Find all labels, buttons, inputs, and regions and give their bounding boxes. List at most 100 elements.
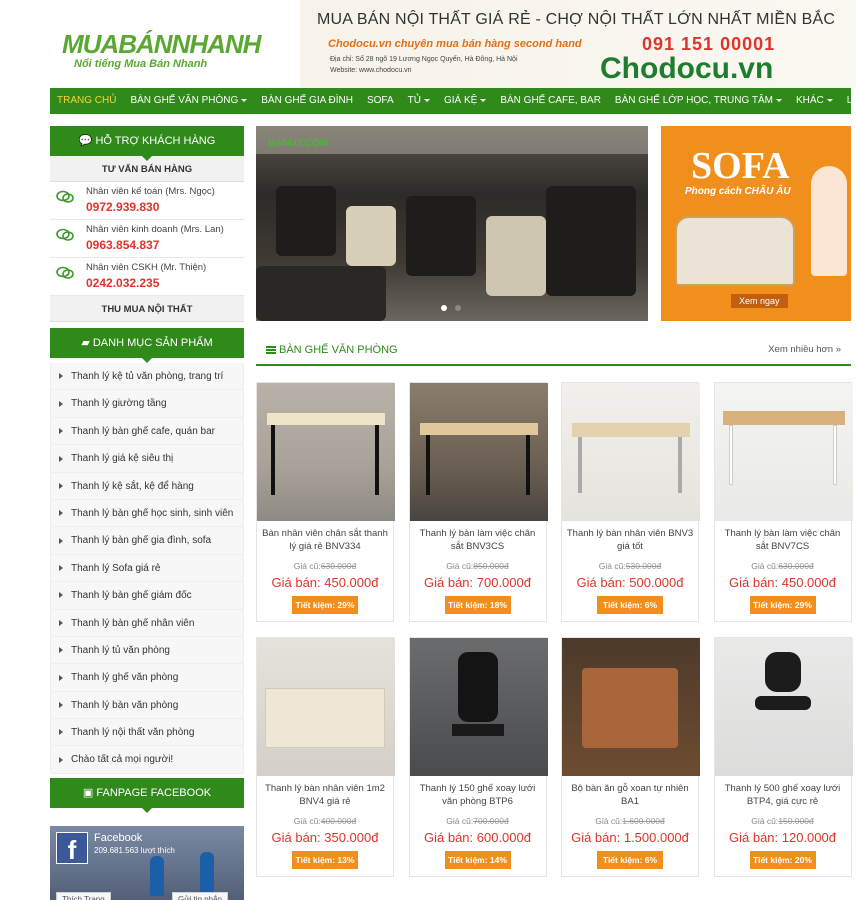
product-card[interactable]: Thanh lý 150 ghế xoay lưới văn phòng BTP…: [408, 637, 548, 877]
category-item[interactable]: Thanh lý Sofa giá rẻ: [51, 554, 243, 583]
staff-phone[interactable]: 0242.032.235: [86, 276, 206, 290]
skype-chat-icon[interactable]: [56, 266, 76, 291]
product-image[interactable]: [714, 638, 853, 776]
category-item[interactable]: Thanh lý bàn ghế nhân viên: [51, 609, 243, 637]
product-image[interactable]: [409, 638, 548, 776]
product-image[interactable]: [257, 383, 395, 521]
product-card[interactable]: Thanh lý 500 ghế xoay lưới BTP4, giá cực…: [713, 637, 853, 877]
discount-badge: Tiết kiệm: 20%: [749, 851, 816, 869]
see-more-link[interactable]: Xem nhiều hơn »: [768, 344, 841, 355]
category-item[interactable]: Thanh lý kệ sắt, kệ để hàng: [51, 472, 243, 500]
fb-page-name[interactable]: Facebook: [94, 832, 142, 844]
nav-item[interactable]: BÀN GHẾ CAFE, BAR: [493, 88, 608, 114]
product-image[interactable]: [257, 638, 395, 776]
old-price-value: 630.000đ: [778, 561, 814, 571]
staff-phone[interactable]: 0972.939.830: [86, 200, 215, 214]
sofa-image: [675, 216, 795, 286]
staff-contact[interactable]: Nhân viên kinh doanh (Mrs. Lan) 0963.854.…: [50, 220, 244, 258]
product-card[interactable]: Thanh lý bàn làm việc chân sắt BNV3CS Giá…: [408, 382, 548, 622]
category-label: Thanh lý Sofa giá rẻ: [71, 562, 161, 574]
product-name[interactable]: Thanh lý 500 ghế xoay lưới BTP4, giá cực…: [715, 782, 851, 814]
fb-like-button[interactable]: Thích Trang: [56, 891, 111, 900]
category-item[interactable]: Thanh lý bàn ghế cafe, quán bar: [51, 417, 243, 446]
product-name[interactable]: Thanh lý bàn nhân viên 1m2 BNV4 giá rẻ: [257, 782, 393, 814]
ad-cta-button[interactable]: Xem ngay: [731, 294, 788, 308]
skype-chat-icon[interactable]: [56, 228, 76, 253]
nav-item[interactable]: LIÊN HỆ: [840, 88, 856, 114]
category-label: Thanh lý giường tầng: [71, 398, 167, 410]
caret-right-icon: [59, 373, 63, 380]
old-price-value: 630.000đ: [320, 561, 357, 571]
product-name[interactable]: Thanh lý bàn làm việc chân sắt BNV7CS: [715, 527, 851, 559]
product-name[interactable]: Thanh lý bàn nhân viên BNV3 giá tốt: [562, 527, 698, 559]
section-title[interactable]: BÀN GHẾ VĂN PHÒNG: [279, 344, 398, 356]
discount-badge: Tiết kiệm: 29%: [749, 596, 816, 614]
category-item[interactable]: Thanh lý kệ tủ văn phòng, trang trí: [51, 363, 243, 391]
product-image[interactable]: [714, 383, 853, 521]
category-item[interactable]: Chào tất cả mọi người!: [51, 746, 243, 774]
category-item[interactable]: Thanh lý ghế văn phòng: [51, 664, 243, 692]
nav-item[interactable]: BÀN GHẾ VĂN PHÒNG: [123, 88, 254, 114]
nav-item[interactable]: TRANG CHỦ: [50, 88, 123, 114]
category-item[interactable]: Thanh lý bàn ghế học sinh, sinh viên: [51, 499, 243, 528]
discount-badge: Tiết kiệm: 14%: [444, 851, 511, 869]
product-image[interactable]: [562, 383, 700, 521]
product-card[interactable]: Bộ bàn ăn gỗ xoan tự nhiên BA1 Giá cũ:1.6…: [561, 637, 700, 877]
product-image[interactable]: [562, 638, 700, 776]
category-label: Thanh lý bàn ghế gia đình, sofa: [71, 535, 212, 547]
slider-dot[interactable]: [441, 305, 447, 311]
category-label: Thanh lý ghế văn phòng: [71, 672, 179, 684]
chevron-down-icon: [480, 98, 487, 102]
staff-list: Nhân viên kế toán (Mrs. Ngọc) 0972.939.83…: [50, 182, 244, 296]
caret-right-icon: [59, 619, 63, 626]
slider-dots[interactable]: [441, 305, 461, 311]
nav-item-label: BÀN GHẾ GIA ĐÌNH: [261, 95, 353, 106]
skype-chat-icon[interactable]: [56, 190, 76, 215]
nav-item[interactable]: BÀN GHẾ LỚP HỌC, TRUNG TÂM: [608, 88, 789, 114]
product-card[interactable]: Thanh lý bàn làm việc chân sắt BNV7CS Giá…: [713, 382, 853, 622]
product-card[interactable]: Bàn nhân viên chân sắt thanh lý giá rẻ B…: [256, 382, 395, 622]
fb-likes-count: 209.681.563 lượt thích: [94, 845, 175, 855]
slider-dot[interactable]: [455, 305, 461, 311]
product-name[interactable]: Thanh lý bàn làm việc chân sắt BNV3CS: [410, 527, 546, 559]
product-name[interactable]: Thanh lý 150 ghế xoay lưới văn phòng BTP…: [410, 782, 546, 814]
category-label: Thanh lý kệ sắt, kệ để hàng: [71, 480, 194, 492]
header-tagline: Chodocu.vn chuyên mua bán hàng second ha…: [328, 38, 582, 50]
product-image[interactable]: [409, 383, 548, 521]
category-item[interactable]: Thanh lý giường tầng: [51, 390, 243, 418]
product-name[interactable]: Bàn nhân viên chân sắt thanh lý giá rẻ B…: [257, 527, 393, 559]
sofa-ad-banner[interactable]: SOFA Phong cách CHÂU ÂU Xem ngay: [661, 126, 851, 321]
product-old-price: Giá cũ:400.000đ: [257, 816, 393, 826]
caret-right-icon: [59, 428, 63, 435]
product-old-price: Giá cũ:630.000đ: [257, 561, 393, 571]
category-item[interactable]: Thanh lý bàn ghế giám đốc: [51, 582, 243, 610]
model-image: [811, 166, 847, 276]
nav-item-label: SOFA: [366, 95, 394, 106]
site-logo[interactable]: MUABÁNNHANH Nổi tiếng Mua Bán Nhanh: [62, 30, 262, 75]
category-item[interactable]: Thanh lý bàn văn phòng: [51, 691, 243, 720]
nav-item[interactable]: TỦ: [401, 88, 437, 114]
category-label: Thanh lý bàn văn phòng: [71, 699, 179, 711]
product-name[interactable]: Bộ bàn ăn gỗ xoan tự nhiên BA1: [562, 782, 698, 814]
nav-item-label: KHÁC: [795, 95, 824, 106]
facebook-icon: ▣: [82, 786, 94, 799]
chat-icon: 💬: [78, 135, 93, 147]
product-card[interactable]: Thanh lý bàn nhân viên 1m2 BNV4 giá rẻ Gi…: [256, 637, 395, 877]
nav-item[interactable]: SOFA: [360, 88, 401, 114]
product-card[interactable]: Thanh lý bàn nhân viên BNV3 giá tốt Giá c…: [561, 382, 700, 622]
category-item[interactable]: Thanh lý giá kệ siêu thị: [51, 445, 243, 473]
staff-phone[interactable]: 0963.854.837: [86, 238, 224, 252]
staff-contact[interactable]: Nhân viên kế toán (Mrs. Ngọc) 0972.939.83…: [50, 182, 244, 220]
facebook-widget[interactable]: f Facebook 209.681.563 lượt thích Thích …: [50, 825, 244, 900]
nav-item[interactable]: BÀN GHẾ GIA ĐÌNH: [254, 88, 360, 114]
nav-item-label: TRANG CHỦ: [57, 95, 117, 106]
nav-item[interactable]: KHÁC: [789, 88, 840, 114]
category-item[interactable]: Thanh lý nội thất văn phòng: [51, 719, 243, 747]
nav-item-label: BÀN GHẾ VĂN PHÒNG: [130, 95, 239, 106]
hero-slider[interactable]: BANUT.COM: [256, 126, 648, 321]
nav-item[interactable]: GIÁ KỆ: [437, 88, 493, 114]
category-item[interactable]: Thanh lý bàn ghế gia đình, sofa: [51, 527, 243, 555]
category-item[interactable]: Thanh lý tủ văn phòng: [51, 636, 243, 665]
staff-contact[interactable]: Nhân viên CSKH (Mr. Thiện) 0242.032.235: [50, 258, 244, 296]
fb-message-button[interactable]: Gửi tin nhắn: [172, 891, 229, 900]
